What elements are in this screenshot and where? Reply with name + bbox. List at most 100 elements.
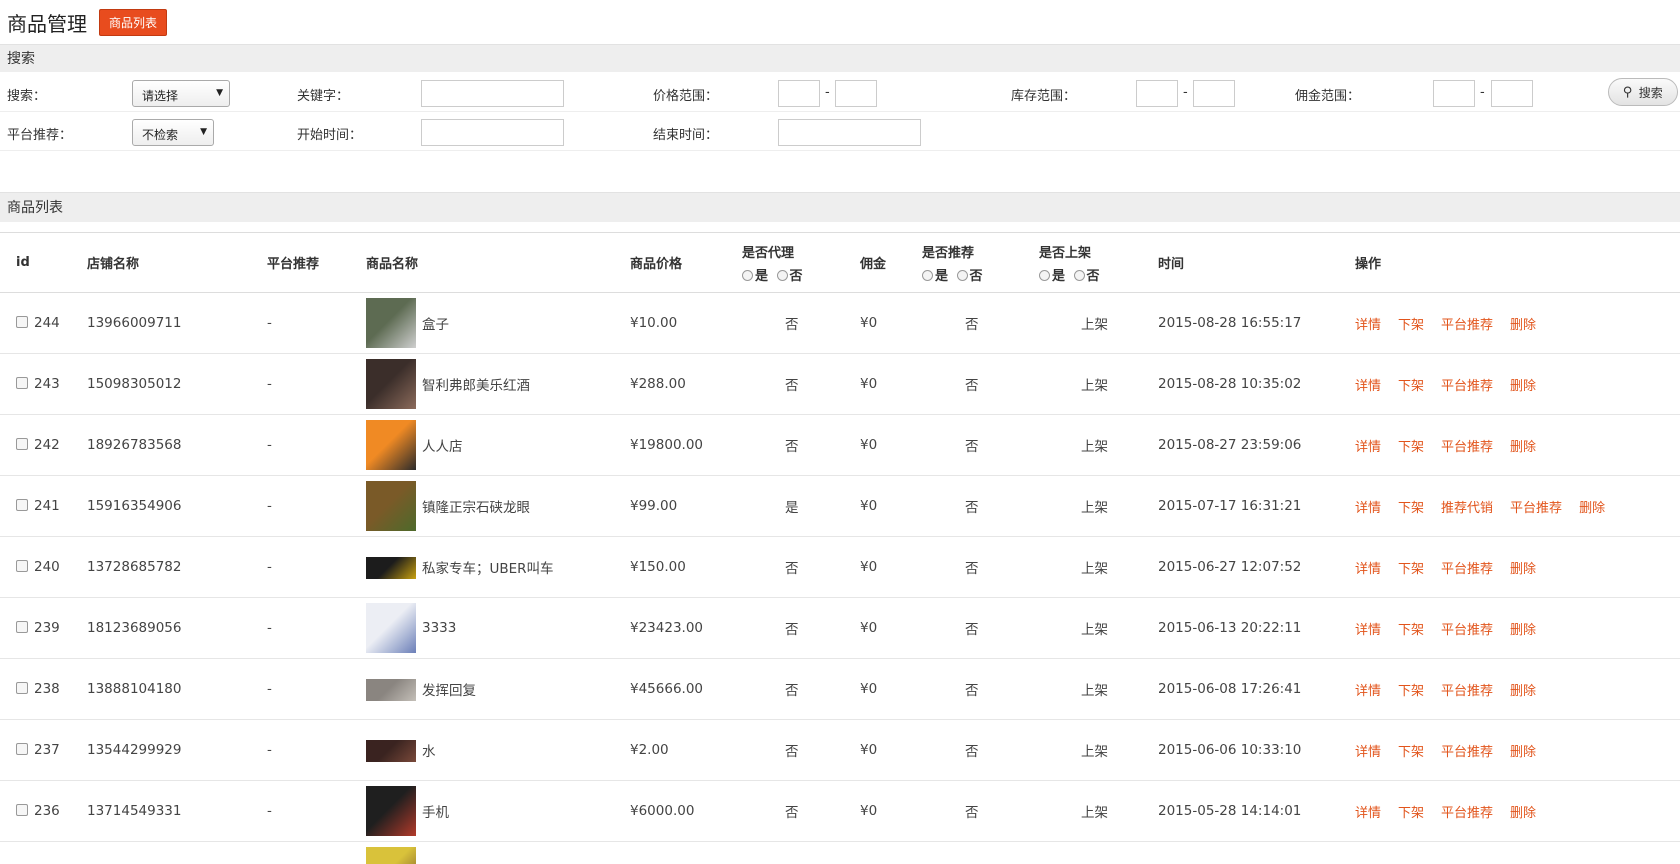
op-link[interactable]: 删除 [1510, 684, 1536, 699]
stock-min-input[interactable] [1136, 80, 1178, 107]
cell-agent: 否 [742, 658, 860, 720]
op-link[interactable]: 下架 [1398, 745, 1424, 760]
op-link[interactable]: 删除 [1510, 745, 1536, 760]
cell-ops: 详情 下架 平台推荐 删除 [1355, 780, 1680, 842]
op-link[interactable]: 下架 [1398, 562, 1424, 577]
op-link[interactable]: 删除 [1510, 440, 1536, 455]
end-time-input[interactable] [778, 119, 921, 146]
op-link[interactable]: 详情 [1355, 379, 1381, 394]
cell-ops: 详情 下架 平台推荐 删除 [1355, 536, 1680, 598]
cell-price: ¥99.00 [630, 475, 742, 537]
op-link[interactable]: 平台推荐 [1441, 684, 1493, 699]
op-link[interactable]: 平台推荐 [1441, 806, 1493, 821]
op-link[interactable]: 删除 [1510, 806, 1536, 821]
product-thumbnail[interactable] [366, 740, 416, 762]
op-link[interactable]: 详情 [1355, 440, 1381, 455]
op-link[interactable]: 平台推荐 [1441, 440, 1493, 455]
op-link[interactable]: 删除 [1510, 623, 1536, 638]
onsale-yes-radio[interactable] [1039, 269, 1050, 281]
product-thumbnail[interactable] [366, 420, 416, 470]
op-link[interactable]: 下架 [1398, 379, 1424, 394]
op-link[interactable]: 详情 [1355, 745, 1381, 760]
row-id: 242 [34, 437, 60, 453]
cell-recommend: 否 [922, 658, 1039, 720]
op-link[interactable]: 删除 [1579, 501, 1605, 516]
op-link[interactable]: 删除 [1510, 318, 1536, 333]
cell-time: 2015-06-13 20:22:11 [1158, 597, 1355, 659]
op-link[interactable]: 平台推荐 [1510, 501, 1562, 516]
row-checkbox[interactable] [16, 804, 28, 816]
op-link[interactable]: 详情 [1355, 623, 1381, 638]
product-thumbnail[interactable] [366, 481, 416, 531]
agent-yes-radio[interactable] [742, 269, 753, 281]
cell-commission: ¥0 [860, 353, 922, 415]
row-checkbox[interactable] [16, 621, 28, 633]
op-link[interactable]: 详情 [1355, 806, 1381, 821]
product-name: 盒子 [422, 317, 449, 333]
row-checkbox[interactable] [16, 743, 28, 755]
op-link[interactable]: 下架 [1398, 501, 1424, 516]
row-checkbox[interactable] [16, 377, 28, 389]
platform-recommend-select[interactable]: 不检索 ▼ [132, 119, 214, 146]
row-checkbox[interactable] [16, 682, 28, 694]
op-link[interactable]: 推荐代销 [1441, 501, 1493, 516]
col-id[interactable]: id [0, 232, 87, 293]
recommend-no-radio[interactable] [956, 269, 968, 281]
commission-max-input[interactable] [1491, 80, 1533, 107]
recommend-yes-radio[interactable] [922, 269, 933, 281]
cell-commission: ¥0 [860, 292, 922, 354]
op-link[interactable]: 删除 [1510, 562, 1536, 577]
product-thumbnail[interactable] [366, 557, 416, 579]
product-thumbnail[interactable] [366, 786, 416, 836]
row-checkbox[interactable] [16, 438, 28, 450]
op-link[interactable]: 下架 [1398, 684, 1424, 699]
commission-min-input[interactable] [1433, 80, 1475, 107]
start-time-input[interactable] [421, 119, 564, 146]
op-link[interactable]: 详情 [1355, 684, 1381, 699]
product-thumbnail[interactable] [366, 847, 416, 864]
op-link[interactable]: 下架 [1398, 318, 1424, 333]
row-checkbox[interactable] [16, 499, 28, 511]
product-thumbnail[interactable] [366, 298, 416, 348]
op-link[interactable]: 详情 [1355, 501, 1381, 516]
op-link[interactable]: 平台推荐 [1441, 318, 1493, 333]
price-min-input[interactable] [778, 80, 820, 107]
product-list-button[interactable]: 商品列表 [99, 8, 168, 36]
op-link[interactable]: 平台推荐 [1441, 562, 1493, 577]
price-max-input[interactable] [835, 80, 877, 107]
col-recommend: 是否推荐 是 否 [922, 232, 1039, 293]
stock-max-input[interactable] [1193, 80, 1235, 107]
keyword-input[interactable] [421, 80, 564, 107]
platform-recommend-select-value: 不检索 [142, 128, 179, 142]
cell-recommend: 否 [922, 597, 1039, 659]
cell-time: 2015-07-17 16:31:21 [1158, 475, 1355, 537]
cell-id: 236 [0, 780, 87, 842]
search-field-select[interactable]: 请选择 ▼ [132, 80, 230, 107]
product-thumbnail[interactable] [366, 679, 416, 701]
onsale-no-radio[interactable] [1073, 269, 1085, 281]
op-link[interactable]: 下架 [1398, 806, 1424, 821]
op-link[interactable]: 删除 [1510, 379, 1536, 394]
row-checkbox[interactable] [16, 316, 28, 328]
cell-price: ¥19800.00 [630, 414, 742, 476]
col-agent: 是否代理 是 否 [742, 232, 860, 293]
agent-no-radio[interactable] [776, 269, 788, 281]
op-link[interactable]: 平台推荐 [1441, 623, 1493, 638]
cell-recommend: 否 [922, 414, 1039, 476]
product-thumbnail[interactable] [366, 603, 416, 653]
search-button[interactable]: ⚲ 搜索 [1608, 78, 1678, 106]
op-link[interactable]: 详情 [1355, 318, 1381, 333]
op-link[interactable]: 平台推荐 [1441, 745, 1493, 760]
col-name: 商品名称 [366, 232, 630, 293]
start-time-label: 开始时间： [297, 128, 363, 143]
agent-filter: 是 否 [742, 265, 860, 284]
op-link[interactable]: 详情 [1355, 562, 1381, 577]
row-checkbox[interactable] [16, 560, 28, 572]
cell-time: 2015-05-28 14:14:01 [1158, 780, 1355, 842]
product-thumbnail[interactable] [366, 359, 416, 409]
op-link[interactable]: 下架 [1398, 623, 1424, 638]
op-link[interactable]: 平台推荐 [1441, 379, 1493, 394]
product-name: 水 [422, 744, 436, 760]
op-link[interactable]: 下架 [1398, 440, 1424, 455]
cell-shop: 13728685782 [87, 536, 267, 598]
